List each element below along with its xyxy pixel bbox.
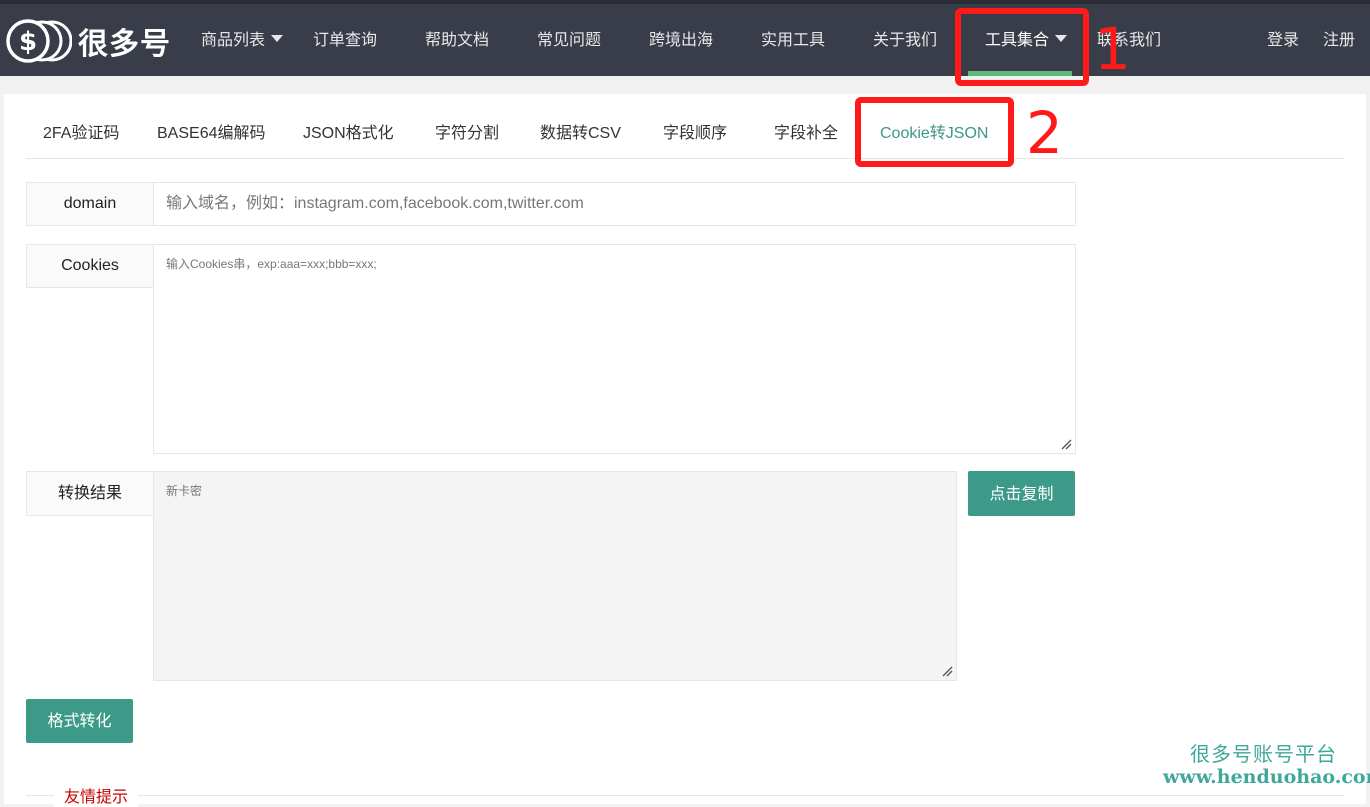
annotation-box-2 — [855, 97, 1014, 167]
nav-label: 商品列表 — [201, 30, 266, 49]
caret-down-icon — [271, 35, 284, 42]
resize-grip-icon[interactable] — [1060, 438, 1072, 450]
brand-name: 很多号 — [78, 27, 171, 62]
login-link[interactable]: 登录 — [1267, 4, 1299, 76]
nav-label: 常见问题 — [537, 30, 602, 49]
tab-json-format[interactable]: JSON格式化 — [303, 94, 394, 158]
dollar-coins-icon: $ — [6, 18, 73, 64]
tab-base64[interactable]: BASE64编解码 — [157, 94, 266, 158]
nav-item-cross-border[interactable]: 跨境出海 — [649, 4, 713, 76]
nav-item-orders[interactable]: 订单查询 — [313, 4, 377, 76]
nav-label: 订单查询 — [313, 30, 378, 49]
nav-item-faq[interactable]: 常见问题 — [537, 4, 601, 76]
nav-item-products[interactable]: 商品列表 — [201, 4, 284, 76]
annotation-number-1: 1 — [1094, 15, 1131, 83]
site-logo[interactable]: $ 很多号 — [6, 18, 171, 64]
nav-item-about[interactable]: 关于我们 — [873, 4, 937, 76]
nav-item-utilities[interactable]: 实用工具 — [761, 4, 825, 76]
nav-label: 跨境出海 — [649, 30, 714, 49]
tool-tabs: 2FA验证码 BASE64编解码 JSON格式化 字符分割 数据转CSV 字段顺… — [26, 94, 1344, 159]
tab-2fa[interactable]: 2FA验证码 — [43, 94, 119, 158]
top-navbar: $ 很多号 商品列表 订单查询 帮助文档 常见问题 跨境出海 实用工具 关于我们… — [0, 0, 1370, 76]
tab-field-complete[interactable]: 字段补全 — [774, 94, 838, 158]
annotation-box-1 — [955, 8, 1089, 86]
tip-title: 友情提示 — [54, 783, 139, 807]
result-textarea[interactable] — [153, 471, 957, 681]
domain-input[interactable] — [153, 182, 1076, 226]
resize-grip-icon[interactable] — [941, 665, 953, 677]
tab-string-split[interactable]: 字符分割 — [435, 94, 499, 158]
register-link[interactable]: 注册 — [1323, 4, 1355, 76]
cookies-label: Cookies — [26, 244, 154, 288]
annotation-number-2: 2 — [1026, 99, 1063, 167]
watermark-url: www.henduohao.com — [1163, 766, 1370, 788]
result-label: 转换结果 — [26, 471, 154, 516]
svg-text:$: $ — [19, 27, 37, 57]
convert-button[interactable]: 格式转化 — [26, 699, 133, 743]
nav-label: 实用工具 — [761, 30, 826, 49]
watermark-title: 很多号账号平台 — [1190, 742, 1337, 766]
cookies-textarea[interactable] — [153, 244, 1076, 454]
copy-button[interactable]: 点击复制 — [968, 471, 1075, 516]
nav-label: 关于我们 — [873, 30, 938, 49]
tab-field-order[interactable]: 字段顺序 — [663, 94, 727, 158]
nav-label: 帮助文档 — [425, 30, 490, 49]
tab-data-to-csv[interactable]: 数据转CSV — [540, 94, 621, 158]
nav-item-help-docs[interactable]: 帮助文档 — [425, 4, 489, 76]
domain-label: domain — [26, 182, 154, 226]
tip-divider — [26, 795, 1344, 796]
